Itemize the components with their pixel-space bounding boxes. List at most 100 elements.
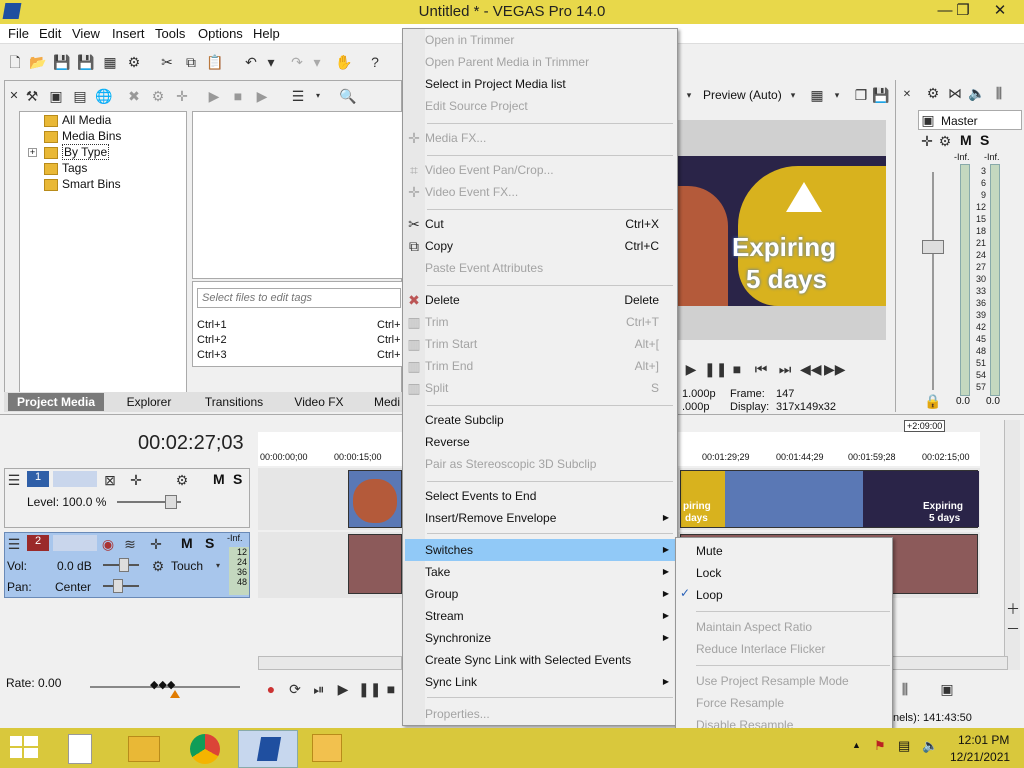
collapse-icon[interactable]: ☰ — [5, 471, 23, 489]
menu-item-properties[interactable]: Properties... — [425, 703, 675, 725]
media-list[interactable] — [192, 111, 404, 279]
import-media-icon[interactable]: ▣ — [47, 87, 65, 105]
menu-item-media-fx[interactable]: Media FX... — [425, 127, 675, 149]
fast-forward-icon[interactable]: ▶▶ — [824, 360, 846, 378]
menu-item-paste-event-attributes[interactable]: Paste Event Attributes — [425, 257, 675, 279]
render-icon[interactable]: ▦ — [101, 53, 119, 71]
track-move-icon[interactable]: ✛ — [147, 535, 165, 553]
tree-item-by-type[interactable]: By Type — [44, 144, 110, 160]
open-icon[interactable]: 📂 — [29, 53, 47, 71]
menu-item-trim-start[interactable]: Trim Start Alt+[ — [425, 333, 675, 355]
timeline-horizontal-scrollbar[interactable] — [258, 656, 402, 670]
redo-icon[interactable]: ↷ — [288, 53, 306, 71]
play-icon[interactable]: ▶ — [205, 87, 223, 105]
pan-slider[interactable] — [113, 579, 123, 593]
submenu-item-use-project-resample[interactable]: Use Project Resample Mode — [696, 670, 886, 692]
stop-icon[interactable]: ■ — [728, 360, 746, 378]
automation-mode[interactable]: Touch — [171, 559, 203, 573]
master-fader[interactable] — [922, 240, 944, 254]
menu-item-edit-source-project[interactable]: Edit Source Project — [425, 95, 675, 117]
track-name-field[interactable] — [53, 471, 97, 487]
chrome-taskbar-icon[interactable] — [190, 734, 220, 764]
invert-phase-icon[interactable]: ≋ — [121, 535, 139, 553]
mixer-downmix-icon[interactable]: ⋈ — [946, 84, 964, 102]
auto-preview-icon[interactable]: ▶ — [253, 87, 271, 105]
tree-item-smart-bins[interactable]: Smart Bins — [44, 176, 121, 192]
automation-dropdown-icon[interactable]: ▾ — [209, 557, 227, 575]
paste-icon[interactable]: 📋 — [206, 53, 224, 71]
stop-icon[interactable]: ■ — [229, 87, 247, 105]
tab-transitions[interactable]: Transitions — [196, 393, 272, 411]
get-media-web-icon[interactable]: 🌐 — [95, 87, 113, 105]
undo-icon[interactable]: ↶ — [242, 53, 260, 71]
menu-item-create-subclip[interactable]: Create Subclip — [425, 409, 675, 431]
preview-dropdown-icon[interactable]: ▾ — [680, 86, 698, 104]
tray-network-icon[interactable]: ▤ — [898, 738, 910, 754]
pause-icon[interactable]: ❚❚ — [358, 680, 381, 698]
play-icon[interactable]: ▶ — [682, 360, 700, 378]
media-tools-icon[interactable]: ⚒ — [23, 87, 41, 105]
start-windows-icon[interactable] — [10, 736, 38, 760]
help-question-icon[interactable]: ? — [366, 53, 384, 71]
snapshot-icon[interactable]: ▣ — [938, 680, 956, 698]
vol-slider[interactable] — [119, 558, 129, 572]
clock-date[interactable]: 12/21/2021 — [950, 750, 1010, 764]
views-dropdown-icon[interactable]: ▾ — [309, 87, 327, 105]
audio-clip[interactable] — [348, 534, 402, 594]
copy-icon[interactable]: ⧉ — [182, 53, 200, 71]
mixer-settings-icon[interactable]: ⚙ — [924, 84, 942, 102]
time-ruler[interactable]: 00:00:00;00 00:00:15;00 — [258, 432, 402, 466]
menu-item-open-parent-media[interactable]: Open Parent Media in Trimmer — [425, 51, 675, 73]
new-project-icon[interactable]: 🗋 — [6, 53, 24, 71]
submenu-item-lock[interactable]: Lock — [696, 562, 886, 584]
menu-item-synchronize[interactable]: Synchronize ▶ — [425, 627, 675, 649]
menu-options[interactable]: Options — [194, 25, 247, 43]
menu-item-insert-remove-envelope[interactable]: Insert/Remove Envelope ▶ — [425, 507, 675, 529]
menu-item-video-event-fx[interactable]: Video Event FX... — [425, 181, 675, 203]
master-move-icon[interactable]: ✛ — [918, 132, 936, 150]
submenu-item-loop[interactable]: Loop — [696, 584, 886, 606]
track-1-solo[interactable]: S — [233, 471, 242, 487]
speaker-icon[interactable]: 🔈 — [968, 84, 986, 102]
media-player-taskbar-icon[interactable] — [312, 734, 342, 762]
master-mute-button[interactable]: M — [960, 132, 972, 148]
capture-icon[interactable]: ▤ — [71, 87, 89, 105]
menu-item-take[interactable]: Take ▶ — [425, 561, 675, 583]
submenu-item-mute[interactable]: Mute — [696, 540, 886, 562]
quality-dropdown-icon[interactable]: ▾ — [784, 86, 802, 104]
submenu-item-force-resample[interactable]: Force Resample — [696, 692, 886, 714]
tree-item-media-bins[interactable]: Media Bins — [44, 128, 121, 144]
tree-item-all-media[interactable]: All Media — [44, 112, 111, 128]
zoom-in-icon[interactable]: ＋ — [1004, 600, 1022, 618]
clock-time[interactable]: 12:01 PM — [958, 733, 1009, 747]
menu-item-open-in-trimmer[interactable]: Open in Trimmer — [425, 29, 675, 51]
track-1-mute[interactable]: M — [213, 471, 225, 487]
menu-item-group[interactable]: Group ▶ — [425, 583, 675, 605]
cut-icon[interactable]: ✂ — [158, 53, 176, 71]
file-explorer-taskbar-icon[interactable] — [128, 736, 160, 762]
automation-gear-icon[interactable]: ⚙ — [149, 557, 167, 575]
lock-icon[interactable]: 🔒 — [924, 392, 942, 410]
tab-video-fx[interactable]: Video FX — [288, 393, 350, 411]
next-frame-icon[interactable]: ⏭ — [776, 360, 794, 378]
save-snapshot-icon[interactable]: 💾 — [872, 86, 890, 104]
menu-item-cut[interactable]: Cut Ctrl+X — [425, 213, 675, 235]
move-icon[interactable]: ✛ — [173, 87, 191, 105]
menu-item-create-sync-link[interactable]: Create Sync Link with Selected Events — [425, 649, 675, 671]
play-icon[interactable]: ▶ — [334, 680, 352, 698]
restore-button[interactable]: ❐ — [946, 0, 980, 22]
video-clip[interactable] — [348, 470, 402, 528]
menu-file[interactable]: File — [4, 25, 33, 43]
menu-item-trim-end[interactable]: Trim End Alt+] — [425, 355, 675, 377]
close-button[interactable]: ✕ — [976, 0, 1024, 22]
undo-dropdown-icon[interactable]: ▾ — [262, 53, 280, 71]
panel-close-icon[interactable]: ✕ — [898, 86, 916, 104]
preview-frame[interactable]: Expiring 5 days — [678, 156, 886, 306]
redo-dropdown-icon[interactable]: ▾ — [308, 53, 326, 71]
preview-quality[interactable]: Preview (Auto) — [703, 88, 782, 102]
properties-gear-icon[interactable]: ⚙ — [125, 53, 143, 71]
search-icon[interactable]: 🔍 — [339, 87, 357, 105]
overlays-grid-icon[interactable]: ▦ — [808, 86, 826, 104]
track-name-field[interactable] — [53, 535, 97, 551]
rate-marker-icon[interactable] — [170, 690, 180, 698]
